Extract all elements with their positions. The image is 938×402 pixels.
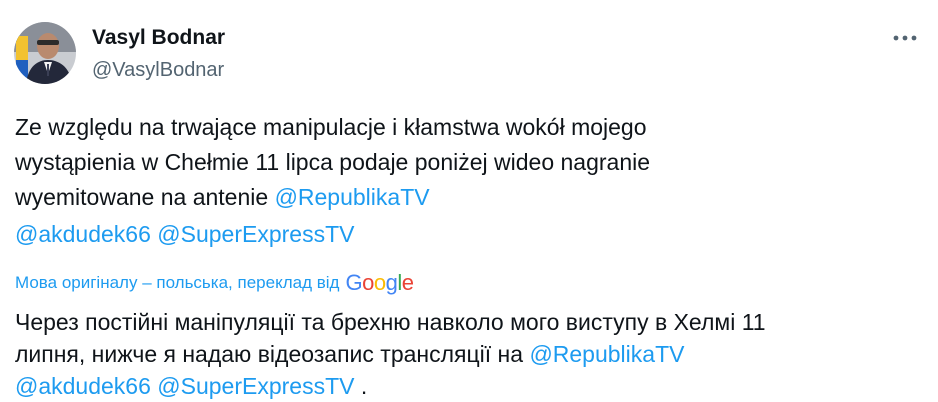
author-handle[interactable]: @VasylBodnar [92, 56, 225, 84]
translated-text-line: Через постійні маніпуляції та брехню нав… [15, 309, 766, 335]
more-horizontal-icon [893, 35, 917, 41]
tweet-text-line: wystąpienia w Chełmie 11 lipca podaje po… [15, 149, 651, 175]
mention-link[interactable]: @SuperExpressTV [157, 373, 354, 399]
more-options-button[interactable] [890, 26, 920, 50]
mention-link[interactable]: @RepublikaTV [275, 184, 430, 210]
tweet-text-line: wyemitowane na antenie [15, 184, 275, 210]
translated-text-line: липня, нижче я надаю відеозапис трансляц… [15, 341, 530, 367]
tweet-card: Vasyl Bodnar @VasylBodnar Ze względu na … [0, 0, 938, 402]
author-info: Vasyl Bodnar @VasylBodnar [92, 24, 225, 84]
translation-note: Мова оригіналу – польська, переклад від … [15, 270, 414, 296]
translated-text: Через постійні маніпуляції та брехню нав… [15, 306, 915, 402]
mention-link[interactable]: @RepublikaTV [529, 341, 684, 367]
mention-link[interactable]: @SuperExpressTV [157, 221, 354, 247]
translated-text-suffix: . [354, 373, 368, 399]
tweet-text: Ze względu na trwające manipulacje i kła… [15, 110, 915, 252]
mention-link[interactable]: @akdudek66 [15, 373, 151, 399]
mention-link[interactable]: @akdudek66 [15, 221, 151, 247]
google-logo: Google [345, 270, 414, 295]
avatar[interactable] [14, 22, 76, 84]
tweet-text-line: Ze względu na trwające manipulacje i kła… [15, 114, 647, 140]
profile-photo-icon [14, 22, 76, 84]
author-display-name[interactable]: Vasyl Bodnar [92, 24, 225, 52]
translation-note-text[interactable]: Мова оригіналу – польська, переклад від [15, 270, 339, 296]
